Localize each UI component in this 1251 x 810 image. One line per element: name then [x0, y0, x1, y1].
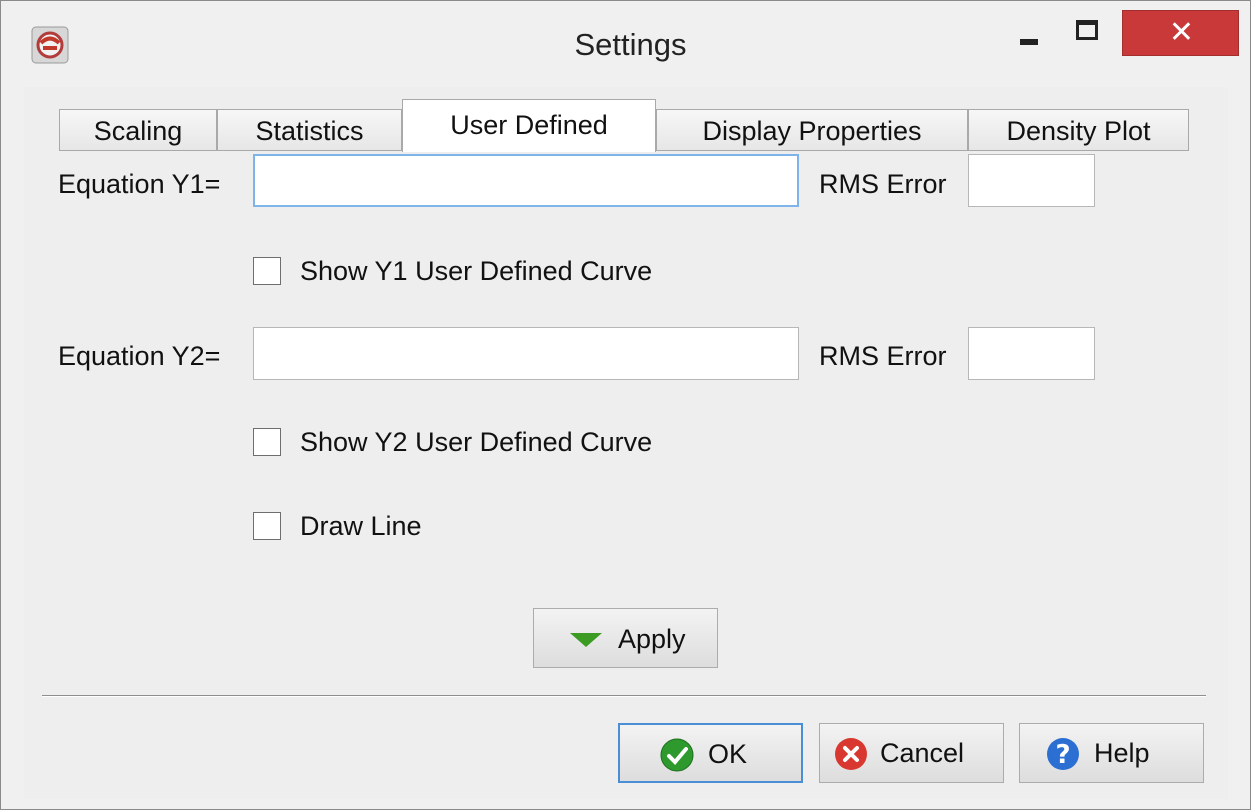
equation-y1-label: Equation Y1= [58, 169, 221, 199]
apply-button[interactable]: Apply [533, 608, 718, 668]
check-circle-icon [660, 738, 694, 772]
svg-text:?: ? [1055, 740, 1070, 770]
equation-y2-input[interactable] [253, 327, 799, 380]
cancel-circle-icon [835, 738, 867, 770]
ok-label: OK [708, 739, 748, 769]
title-bar[interactable]: Settings ✕ [1, 1, 1250, 87]
dialog-body: Scaling Statistics User Defined Display … [24, 87, 1228, 799]
equation-y2-label: Equation Y2= [58, 341, 221, 371]
close-icon: ✕ [1168, 15, 1195, 50]
show-y2-label[interactable]: Show Y2 User Defined Curve [300, 427, 652, 458]
help-circle-icon: ? [1047, 738, 1079, 770]
draw-line-checkbox[interactable] [253, 512, 281, 540]
cancel-button[interactable]: Cancel [819, 723, 1004, 783]
maximize-button[interactable] [1065, 10, 1117, 54]
maximize-icon [1076, 20, 1098, 40]
rms-error-2-label: RMS Error [819, 341, 947, 371]
tab-user-defined[interactable]: User Defined [402, 99, 656, 152]
draw-line-label[interactable]: Draw Line [300, 511, 422, 542]
rms-error-1-field[interactable] [968, 154, 1095, 207]
equation-y1-input[interactable] [253, 154, 799, 207]
show-y1-label[interactable]: Show Y1 User Defined Curve [300, 256, 652, 287]
tab-scaling[interactable]: Scaling [59, 109, 217, 151]
minimize-icon [1020, 39, 1038, 45]
help-button[interactable]: ? Help [1019, 723, 1204, 783]
rms-error-1-label: RMS Error [819, 169, 947, 199]
cancel-label: Cancel [880, 738, 965, 768]
minimize-button[interactable] [1005, 10, 1057, 54]
tab-density-plot[interactable]: Density Plot [968, 109, 1189, 151]
show-y1-checkbox[interactable] [253, 257, 281, 285]
tab-statistics[interactable]: Statistics [217, 109, 402, 151]
tab-display-properties[interactable]: Display Properties [656, 109, 968, 151]
apply-label: Apply [618, 624, 686, 654]
arrow-down-icon [570, 633, 602, 647]
settings-window: Settings ✕ Scaling Statistics User Defin… [0, 0, 1251, 810]
show-y2-checkbox[interactable] [253, 428, 281, 456]
ok-button[interactable]: OK [618, 723, 803, 783]
help-label: Help [1094, 738, 1150, 768]
close-button[interactable]: ✕ [1122, 10, 1239, 56]
rms-error-2-field[interactable] [968, 327, 1095, 380]
window-title: Settings [574, 27, 687, 62]
